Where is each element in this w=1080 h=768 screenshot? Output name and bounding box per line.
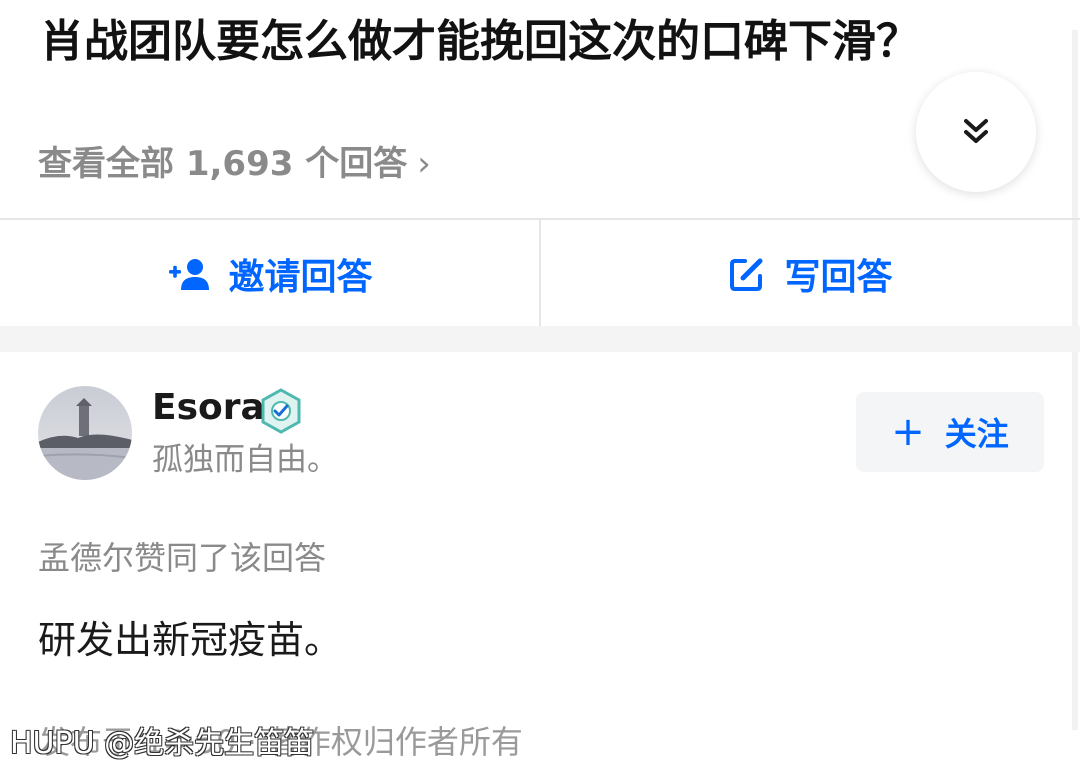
liked-by-notice: 孟德尔赞同了该回答 bbox=[38, 539, 327, 577]
question-page: 肖战团队要怎么做才能挽回这次的口碑下滑？ 查看全部 1,693 个回答 › 邀请回… bbox=[0, 0, 1080, 768]
answer-content[interactable]: 研发出新冠疫苗。 bbox=[38, 614, 342, 666]
author-avatar[interactable] bbox=[38, 386, 132, 480]
watermark: HUPU @绝杀先生笛笛 bbox=[10, 726, 315, 761]
view-all-answers-label: 查看全部 1,693 个回答 bbox=[38, 144, 408, 184]
invite-answer-label: 邀请回答 bbox=[228, 257, 373, 298]
author-bio: 孤独而自由。 bbox=[152, 442, 338, 478]
avatar-image bbox=[38, 386, 132, 480]
scrollbar[interactable] bbox=[1072, 30, 1078, 730]
question-title: 肖战团队要怎么做才能挽回这次的口碑下滑？ bbox=[40, 16, 920, 67]
question-action-bar: 邀请回答 写回答 bbox=[0, 218, 1080, 328]
invite-answer-button[interactable]: 邀请回答 bbox=[0, 220, 539, 328]
write-answer-label: 写回答 bbox=[784, 257, 893, 298]
section-divider bbox=[0, 326, 1080, 352]
double-chevron-down-icon bbox=[964, 119, 988, 143]
verified-badge-icon bbox=[261, 388, 301, 434]
edit-icon bbox=[730, 258, 763, 291]
add-person-icon bbox=[169, 259, 210, 290]
follow-button[interactable]: + 关注 bbox=[856, 392, 1044, 472]
collapse-button[interactable] bbox=[916, 72, 1036, 192]
plus-icon: + bbox=[891, 409, 925, 455]
chevron-right-icon: › bbox=[417, 144, 431, 184]
follow-label: 关注 bbox=[944, 415, 1009, 453]
write-answer-button[interactable]: 写回答 bbox=[541, 220, 1080, 328]
author-name[interactable]: Esora bbox=[152, 386, 265, 430]
view-all-answers-link[interactable]: 查看全部 1,693 个回答 › bbox=[38, 138, 431, 190]
